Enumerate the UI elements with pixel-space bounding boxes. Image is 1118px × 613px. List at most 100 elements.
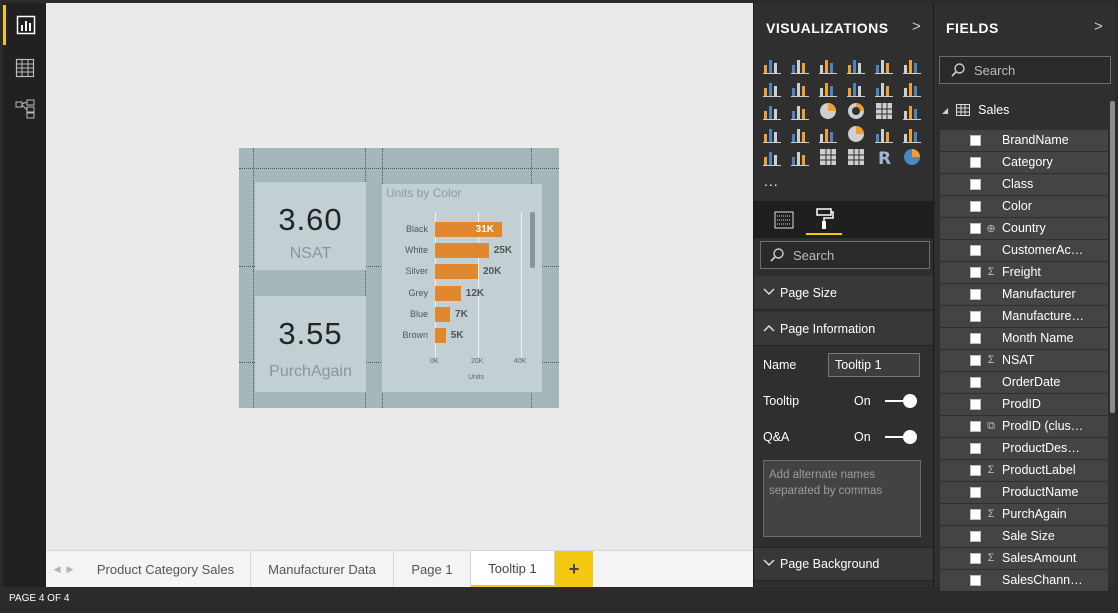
field-item[interactable]: Class [940, 174, 1108, 195]
matrix-icon[interactable] [846, 147, 866, 167]
field-item[interactable]: Manufacturer ... [940, 306, 1108, 327]
page-information-section[interactable]: Page Information [754, 312, 934, 346]
field-item[interactable]: Manufacturer [940, 284, 1108, 305]
field-item[interactable]: Σ NSAT [940, 350, 1108, 371]
clustered-column-icon[interactable] [846, 55, 866, 75]
chevron-right-icon[interactable]: > [912, 18, 921, 35]
field-checkbox[interactable] [970, 289, 981, 300]
page-name-input[interactable]: Tooltip 1 [828, 353, 920, 377]
field-checkbox[interactable] [970, 179, 981, 190]
field-item[interactable]: ProductDescri... [940, 438, 1108, 459]
waterfall-icon[interactable] [762, 101, 782, 121]
area-chart-icon[interactable] [790, 78, 810, 98]
globe-icon[interactable] [902, 147, 922, 167]
multi-row-card-icon[interactable] [902, 124, 922, 144]
field-checkbox[interactable] [970, 531, 981, 542]
field-item[interactable]: CustomerAcc... [940, 240, 1108, 261]
stacked-column-icon[interactable] [790, 55, 810, 75]
shape-map-icon[interactable] [790, 124, 810, 144]
report-view-button[interactable] [3, 5, 46, 45]
page-size-section[interactable]: Page Size [754, 276, 934, 310]
chevron-right-icon[interactable]: > [1094, 18, 1103, 35]
qa-toggle[interactable] [885, 430, 917, 444]
card-icon[interactable] [874, 124, 894, 144]
filled-map-icon[interactable] [762, 124, 782, 144]
treemap-icon[interactable] [874, 101, 894, 121]
scatter-icon[interactable] [790, 101, 810, 121]
field-checkbox[interactable] [970, 223, 981, 234]
ribbon-chart-icon[interactable] [902, 78, 922, 98]
field-item[interactable]: Month Name [940, 328, 1108, 349]
field-item[interactable]: OrderDate [940, 372, 1108, 393]
bar-white[interactable] [435, 243, 489, 259]
format-tab[interactable] [806, 205, 842, 235]
sales-table-node[interactable]: ◢ Sales [942, 103, 1009, 117]
bar-silver[interactable] [435, 264, 478, 280]
field-checkbox[interactable] [970, 333, 981, 344]
fields-search-box[interactable]: Search [939, 56, 1111, 84]
field-checkbox[interactable] [970, 421, 981, 432]
field-item[interactable]: SalesChannel... [940, 570, 1108, 591]
units-by-color-chart[interactable]: Units by Color Black 31K White 25K Silver 20K… [382, 184, 542, 392]
table-icon[interactable] [818, 147, 838, 167]
field-checkbox[interactable] [970, 399, 981, 410]
tab-product-category-sales[interactable]: Product Category Sales [81, 551, 251, 588]
gauge-icon[interactable] [846, 124, 866, 144]
chevron-right-icon[interactable]: ▶ [67, 564, 74, 575]
relationships-view-button[interactable] [3, 89, 46, 129]
field-item[interactable]: ⊕ Country [940, 218, 1108, 239]
field-checkbox[interactable] [970, 443, 981, 454]
fields-well-tab[interactable] [766, 205, 802, 235]
donut-icon[interactable] [846, 101, 866, 121]
nsat-card[interactable]: 3.60 NSAT [255, 182, 366, 270]
line-column-icon[interactable] [846, 78, 866, 98]
field-item[interactable]: ProductName [940, 482, 1108, 503]
fields-scrollbar[interactable] [1110, 101, 1115, 413]
field-item[interactable]: ProdID [940, 394, 1108, 415]
stacked-area-icon[interactable] [818, 78, 838, 98]
field-checkbox[interactable] [970, 201, 981, 212]
field-checkbox[interactable] [970, 377, 981, 388]
field-checkbox[interactable] [970, 245, 981, 256]
field-item[interactable]: Category [940, 152, 1108, 173]
field-checkbox[interactable] [970, 355, 981, 366]
field-checkbox[interactable] [970, 487, 981, 498]
chart-scrollbar[interactable] [530, 212, 535, 268]
tab-scroll-arrows[interactable]: ◀ ▶ [46, 551, 81, 588]
line-chart-icon[interactable] [762, 78, 782, 98]
stacked-bar-icon[interactable] [762, 55, 782, 75]
bar-grey[interactable] [435, 285, 461, 301]
tab-page-1[interactable]: Page 1 [394, 551, 471, 588]
slicer-icon[interactable] [790, 147, 810, 167]
bar-brown[interactable] [435, 328, 446, 343]
field-checkbox[interactable] [970, 157, 981, 168]
field-item[interactable]: Σ SalesAmount [940, 548, 1108, 569]
field-checkbox[interactable] [970, 267, 981, 278]
tab-manufacturer-data[interactable]: Manufacturer Data [251, 551, 394, 588]
alternate-names-input[interactable]: Add alternate names separated by commas [763, 460, 921, 537]
field-checkbox[interactable] [970, 465, 981, 476]
collapse-triangle-icon[interactable]: ◢ [942, 106, 948, 115]
map-icon[interactable] [902, 101, 922, 121]
field-checkbox[interactable] [970, 553, 981, 564]
field-item[interactable]: BrandName [940, 130, 1108, 151]
viz-search-box[interactable]: Search [760, 241, 930, 269]
field-item[interactable]: Σ PurchAgain [940, 504, 1108, 525]
line-clustered-icon[interactable] [874, 78, 894, 98]
pie-icon[interactable] [818, 101, 838, 121]
field-checkbox[interactable] [970, 135, 981, 146]
field-checkbox[interactable] [970, 311, 981, 322]
field-item[interactable]: Color [940, 196, 1108, 217]
purchagain-card[interactable]: 3.55 PurchAgain [255, 296, 366, 392]
field-item[interactable]: Σ ProductLabel [940, 460, 1108, 481]
page-background-section[interactable]: Page Background [754, 547, 934, 581]
r-visual-icon[interactable]: R [874, 147, 894, 167]
field-item[interactable]: Σ Freight [940, 262, 1108, 283]
add-page-button[interactable]: + [555, 551, 593, 588]
field-item[interactable]: ⧉ ProdID (cluste... [940, 416, 1108, 437]
field-checkbox[interactable] [970, 575, 981, 586]
tooltip-toggle[interactable] [885, 394, 917, 408]
tab-tooltip-1[interactable]: Tooltip 1 [471, 551, 555, 588]
data-view-button[interactable] [3, 48, 46, 88]
100-column-icon[interactable] [902, 55, 922, 75]
